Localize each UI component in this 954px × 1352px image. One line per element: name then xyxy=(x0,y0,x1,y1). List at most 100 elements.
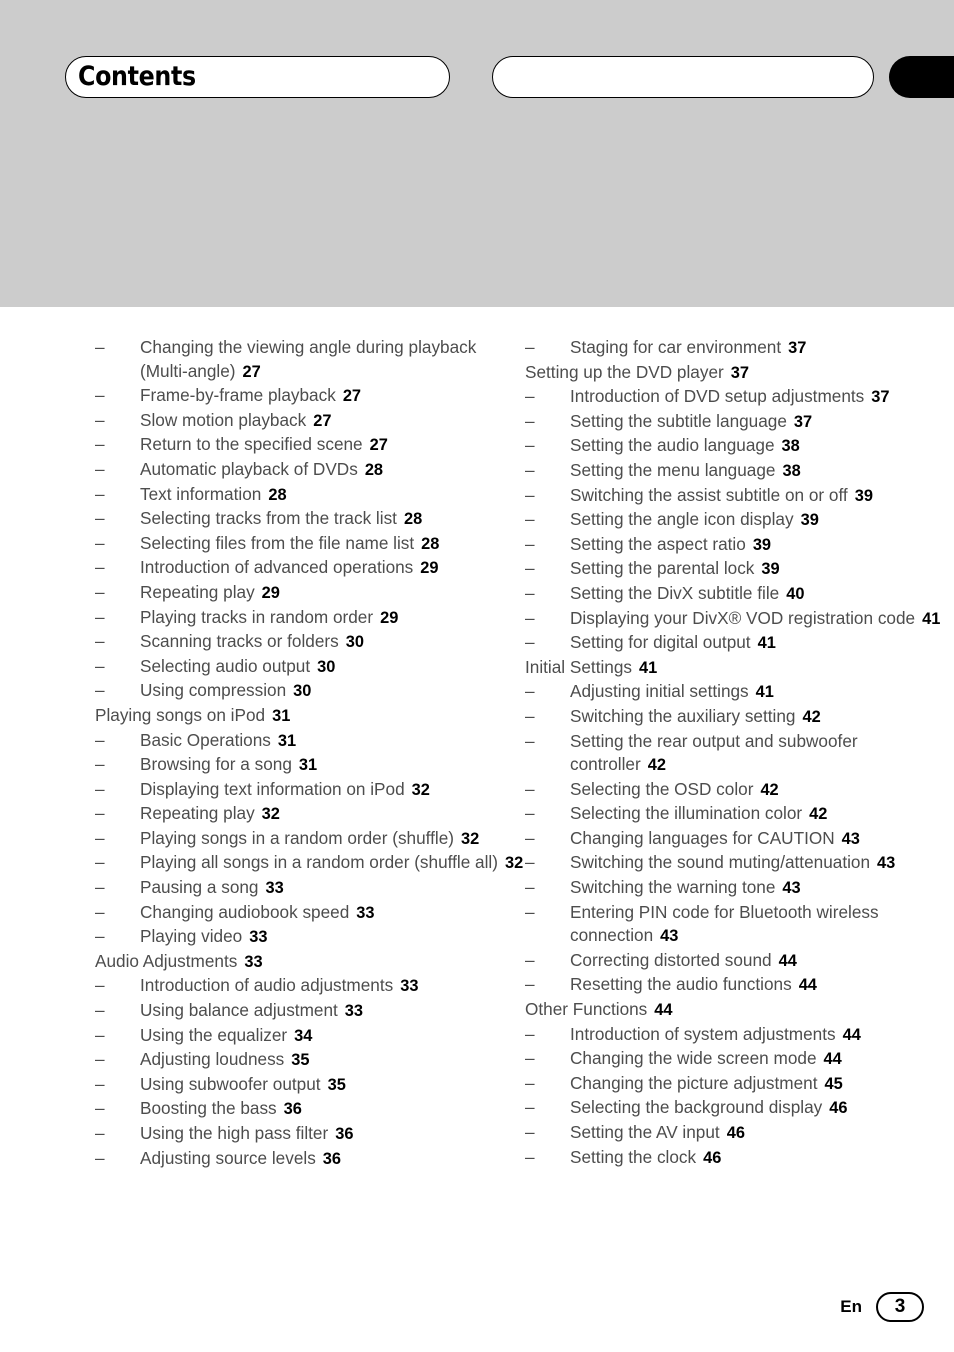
toc-sub-entry[interactable]: Entering PIN code for Bluetooth wireless… xyxy=(525,901,954,949)
toc-entry-page-number: 42 xyxy=(809,805,828,824)
toc-entry-page-number: 27 xyxy=(313,411,332,430)
toc-sub-entry[interactable]: Adjusting source levels 36 xyxy=(95,1147,525,1172)
toc-sub-entry[interactable]: Setting the AV input 46 xyxy=(525,1121,954,1146)
toc-entry-label: Repeating play xyxy=(140,803,255,824)
toc-entry-page-number: 44 xyxy=(798,976,817,995)
toc-sub-entry[interactable]: Boosting the bass 36 xyxy=(95,1097,525,1122)
toc-sub-entry[interactable]: Frame-by-frame playback 27 xyxy=(95,384,525,409)
toc-sub-entry[interactable]: Repeating play 29 xyxy=(95,581,525,606)
toc-sub-entry[interactable]: Displaying text information on iPod 32 xyxy=(95,778,525,803)
toc-sub-entry[interactable]: Switching the warning tone 43 xyxy=(525,876,954,901)
toc-sub-entry[interactable]: Selecting audio output 30 xyxy=(95,655,525,680)
toc-entry-label: Other Functions xyxy=(525,999,648,1020)
toc-sub-entry[interactable]: Scanning tracks or folders 30 xyxy=(95,630,525,655)
toc-sub-entry[interactable]: Adjusting initial settings 41 xyxy=(525,680,954,705)
toc-sub-entry[interactable]: Selecting the OSD color 42 xyxy=(525,778,954,803)
toc-section-entry[interactable]: Audio Adjustments 33 xyxy=(95,950,525,975)
toc-section-entry[interactable]: Setting up the DVD player 37 xyxy=(525,361,954,386)
toc-sub-entry[interactable]: Introduction of audio adjustments 33 xyxy=(95,974,525,999)
toc-sub-entry[interactable]: Selecting the illumination color 42 xyxy=(525,802,954,827)
toc-entry-label: Changing the viewing angle during playba… xyxy=(140,337,477,381)
toc-sub-entry[interactable]: Basic Operations 31 xyxy=(95,729,525,754)
toc-sub-entry[interactable]: Slow motion playback 27 xyxy=(95,409,525,434)
toc-section-entry[interactable]: Initial Settings 41 xyxy=(525,656,954,681)
toc-sub-entry[interactable]: Setting the subtitle language 37 xyxy=(525,410,954,435)
toc-sub-entry[interactable]: Selecting files from the file name list 2… xyxy=(95,532,525,557)
toc-sub-entry[interactable]: Setting the aspect ratio 39 xyxy=(525,533,954,558)
toc-dash-marker xyxy=(525,484,570,508)
toc-entry-page-number: 33 xyxy=(244,952,263,971)
toc-sub-entry[interactable]: Setting the angle icon display 39 xyxy=(525,508,954,533)
toc-entry-page-number: 28 xyxy=(364,460,384,479)
toc-sub-entry[interactable]: Selecting the background display 46 xyxy=(525,1096,954,1121)
toc-sub-entry[interactable]: Resetting the audio functions 44 xyxy=(525,973,954,998)
toc-sub-entry[interactable]: Using the high pass filter 36 xyxy=(95,1122,525,1147)
toc-sub-entry[interactable]: Setting the clock 46 xyxy=(525,1146,954,1171)
toc-section-entry[interactable]: Playing songs on iPod 31 xyxy=(95,704,525,729)
toc-entry-page-number: 33 xyxy=(400,977,419,996)
toc-sub-entry[interactable]: Introduction of advanced operations 29 xyxy=(95,556,525,581)
toc-entry-label: Entering PIN code for Bluetooth wireless… xyxy=(570,901,879,946)
toc-entry-page-number: 27 xyxy=(242,362,261,381)
toc-section-entry[interactable]: Other Functions 44 xyxy=(525,998,954,1023)
toc-sub-entry[interactable]: Changing audiobook speed 33 xyxy=(95,901,525,926)
toc-sub-entry[interactable]: Repeating play 32 xyxy=(95,802,525,827)
toc-sub-entry[interactable]: Changing languages for CAUTION 43 xyxy=(525,827,954,852)
toc-sub-entry[interactable]: Changing the wide screen mode 44 xyxy=(525,1047,954,1072)
toc-sub-entry[interactable]: Using balance adjustment 33 xyxy=(95,999,525,1024)
toc-sub-entry[interactable]: Switching the auxiliary setting 42 xyxy=(525,705,954,730)
toc-entry-page-number: 28 xyxy=(403,510,423,529)
toc-sub-entry[interactable]: Staging for car environment 37 xyxy=(525,336,954,361)
toc-sub-entry[interactable]: Setting the DivX subtitle file 40 xyxy=(525,582,954,607)
toc-sub-entry[interactable]: Displaying your DivX® VOD registration c… xyxy=(525,607,954,632)
toc-sub-entry[interactable]: Playing tracks in random order 29 xyxy=(95,606,525,631)
toc-sub-entry[interactable]: Adjusting loudness 35 xyxy=(95,1048,525,1073)
toc-dash-marker xyxy=(525,631,570,655)
toc-sub-entry[interactable]: Setting the menu language 38 xyxy=(525,459,954,484)
toc-entry-label: Setting the aspect ratio xyxy=(570,533,746,554)
toc-sub-entry[interactable]: Playing video 33 xyxy=(95,925,525,950)
toc-sub-entry[interactable]: Introduction of DVD setup adjustments 37 xyxy=(525,385,954,410)
toc-sub-entry[interactable]: Setting the audio language 38 xyxy=(525,434,954,459)
toc-column-left: Changing the viewing angle during playba… xyxy=(95,336,525,1171)
toc-entry-page-number: 36 xyxy=(335,1125,354,1143)
toc-dash-marker xyxy=(525,1023,570,1047)
toc-dash-marker xyxy=(525,1072,570,1096)
toc-sub-entry[interactable]: Setting the parental lock 39 xyxy=(525,557,954,582)
toc-sub-entry[interactable]: Pausing a song 33 xyxy=(95,876,525,901)
toc-sub-entry[interactable]: Setting for digital output 41 xyxy=(525,631,954,656)
toc-entry-label: Introduction of advanced operations xyxy=(140,557,414,578)
toc-sub-entry[interactable]: Browsing for a song 31 xyxy=(95,753,525,778)
toc-dash-marker xyxy=(525,1146,570,1170)
toc-sub-entry[interactable]: Using subwoofer output 35 xyxy=(95,1073,525,1098)
toc-sub-entry[interactable]: Setting the rear output and subwoofer co… xyxy=(525,730,954,778)
toc-dash-marker xyxy=(525,1096,570,1120)
toc-sub-entry[interactable]: Automatic playback of DVDs 28 xyxy=(95,458,525,483)
toc-sub-entry[interactable]: Switching the sound muting/attenuation 43 xyxy=(525,851,954,876)
toc-sub-entry[interactable]: Using the equalizer 34 xyxy=(95,1024,525,1049)
toc-sub-entry[interactable]: Using compression 30 xyxy=(95,679,525,704)
toc-sub-entry[interactable]: Correcting distorted sound 44 xyxy=(525,949,954,974)
toc-sub-entry[interactable]: Return to the specified scene 27 xyxy=(95,433,525,458)
toc-entry-label: Browsing for a song xyxy=(140,754,292,775)
footer-language-code: En xyxy=(840,1297,862,1316)
toc-sub-entry[interactable]: Switching the assist subtitle on or off 3… xyxy=(525,484,954,509)
toc-sub-entry[interactable]: Playing songs in a random order (shuffle… xyxy=(95,827,525,852)
toc-sub-entry[interactable]: Text information 28 xyxy=(95,483,525,508)
toc-sub-entry[interactable]: Selecting tracks from the track list 28 xyxy=(95,507,525,532)
toc-sub-entry[interactable]: Changing the picture adjustment 45 xyxy=(525,1072,954,1097)
toc-entry-label: Setting the audio language xyxy=(570,435,775,456)
toc-entry-page-number: 37 xyxy=(788,339,807,357)
toc-sub-entry[interactable]: Playing all songs in a random order (shu… xyxy=(95,851,525,876)
toc-entry-label: Using the high pass filter xyxy=(140,1123,329,1143)
toc-entry-label: Changing the wide screen mode xyxy=(570,1048,817,1069)
toc-dash-marker xyxy=(95,1048,140,1072)
toc-sub-entry[interactable]: Introduction of system adjustments 44 xyxy=(525,1023,954,1048)
toc-entry-page-number: 32 xyxy=(261,805,280,824)
toc-entry-label: Selecting the illumination color xyxy=(570,803,803,824)
toc-entry-label: Displaying text information on iPod xyxy=(140,778,405,799)
toc-sub-entry[interactable]: Changing the viewing angle during playba… xyxy=(95,336,525,384)
toc-entry-label: Using subwoofer output xyxy=(140,1073,321,1094)
toc-entry-label: Audio Adjustments xyxy=(95,950,238,971)
toc-entry-label: Using the equalizer xyxy=(140,1024,288,1045)
